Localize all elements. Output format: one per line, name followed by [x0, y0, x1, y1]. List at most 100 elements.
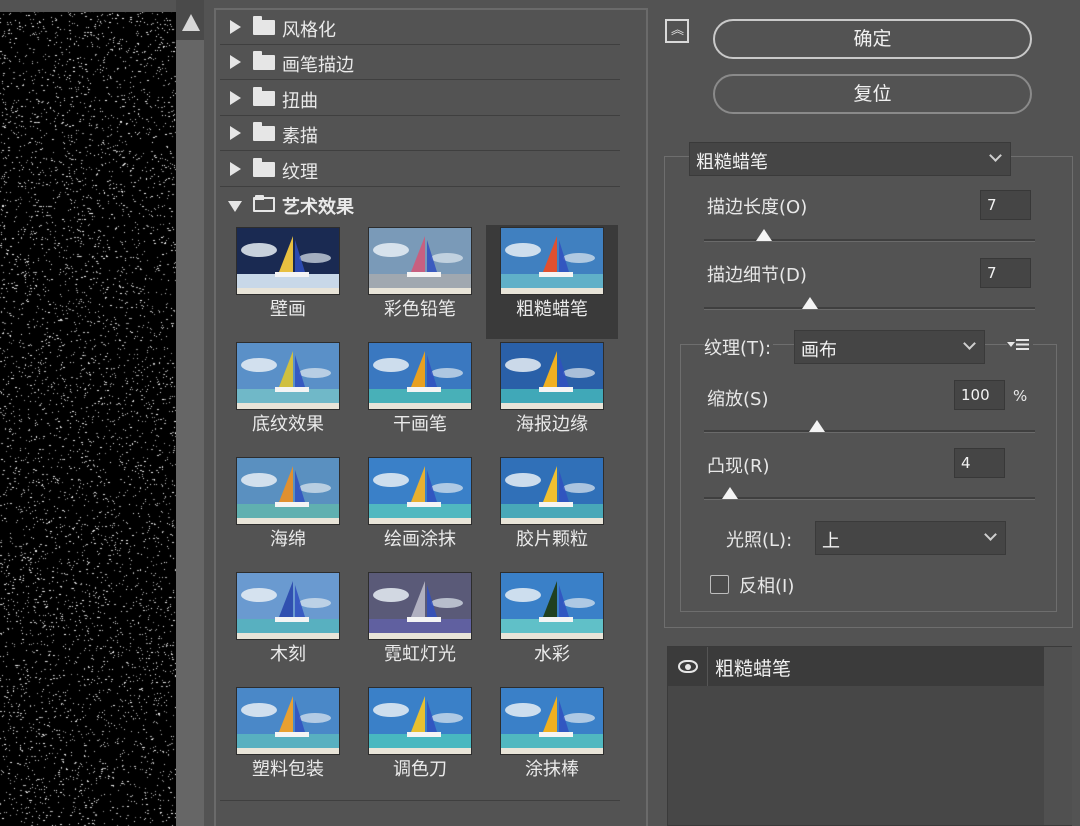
slider-rail [704, 430, 1035, 433]
light-select[interactable]: 上 [815, 521, 1006, 555]
category-label: 画笔描边 [282, 55, 354, 76]
filter-thumbnail[interactable]: 粗糙蜡笔 [486, 225, 618, 339]
stroke-detail-label: 描边细节(D) [707, 265, 807, 286]
menu-bars [1016, 339, 1029, 350]
category-label: 风格化 [282, 20, 336, 41]
scaling-input[interactable]: 100 [954, 380, 1005, 410]
filter-preview-image [236, 342, 340, 410]
slider-thumb[interactable] [808, 420, 825, 432]
expand-triangle-icon [230, 91, 241, 105]
filter-thumbnail[interactable]: 霓虹灯光 [354, 570, 486, 684]
filter-thumbnail[interactable]: 木刻 [222, 570, 354, 684]
folder-icon [253, 158, 275, 177]
relief-slider[interactable] [704, 487, 1035, 503]
filter-thumbnail[interactable]: 胶片颗粒 [486, 455, 618, 569]
filter-preview-image [236, 687, 340, 755]
category-texture[interactable]: 纹理 [220, 152, 620, 187]
category-stylize[interactable]: 风格化 [220, 10, 620, 45]
category-label: 扭曲 [282, 91, 318, 112]
filter-label: 壁画 [270, 299, 306, 320]
filter-label: 彩色铅笔 [384, 299, 456, 320]
scaling-slider[interactable] [704, 420, 1035, 436]
filter-thumbnail[interactable]: 绘画涂抹 [354, 455, 486, 569]
filter-label: 调色刀 [393, 759, 447, 780]
preview-canvas[interactable] [0, 0, 176, 826]
category-brush-strokes[interactable]: 画笔描边 [220, 45, 620, 80]
visibility-toggle[interactable] [668, 647, 708, 686]
scaling-unit: % [1013, 387, 1028, 405]
filter-thumbnail[interactable]: 海绵 [222, 455, 354, 569]
filter-thumbnail[interactable]: 海报边缘 [486, 340, 618, 454]
scrollbar-track[interactable] [176, 40, 204, 826]
filter-preview-image [500, 342, 604, 410]
relief-label: 凸现(R) [707, 456, 770, 477]
filter-preview-image [500, 687, 604, 755]
filter-label: 木刻 [270, 644, 306, 665]
chevron-down-icon [963, 337, 976, 350]
eye-icon [678, 660, 698, 673]
relief-input[interactable]: 4 [954, 448, 1005, 478]
filter-preview-image [500, 457, 604, 525]
filter-label: 海绵 [270, 529, 306, 550]
filter-preview-image [500, 572, 604, 640]
slider-thumb[interactable] [755, 229, 772, 241]
texture-select[interactable]: 画布 [794, 330, 985, 364]
expand-triangle-icon [230, 55, 241, 69]
filter-preview-image [236, 457, 340, 525]
filter-preview-image [368, 457, 472, 525]
filter-thumbnail[interactable]: 壁画 [222, 225, 354, 339]
slider-thumb[interactable] [801, 297, 818, 309]
filter-thumbnail[interactable]: 水彩 [486, 570, 618, 684]
layers-scrollbar[interactable] [1044, 647, 1072, 825]
filter-label: 塑料包装 [252, 759, 324, 780]
filter-thumbnail[interactable]: 彩色铅笔 [354, 225, 486, 339]
light-select-value: 上 [822, 531, 840, 552]
filter-thumbnail[interactable]: 调色刀 [354, 685, 486, 799]
reset-button[interactable]: 复位 [713, 74, 1032, 114]
texture-menu-icon[interactable] [1007, 338, 1033, 352]
filter-preview-image [368, 687, 472, 755]
folder-icon [253, 51, 275, 70]
filter-preview-image [236, 227, 340, 295]
filter-label: 干画笔 [393, 414, 447, 435]
filter-gallery: 风格化 画笔描边 扭曲 素描 纹理 艺术效果 壁画 彩色铅笔 粗糙蜡笔底纹效果 干画笔… [214, 8, 648, 826]
filter-preview-image [236, 572, 340, 640]
filter-label: 霓虹灯光 [384, 644, 456, 665]
expand-triangle-icon [230, 20, 241, 34]
slider-thumb[interactable] [722, 487, 739, 499]
scroll-up-arrow-icon[interactable] [182, 14, 200, 31]
filter-select-value: 粗糙蜡笔 [696, 152, 768, 173]
stroke-length-slider[interactable] [704, 229, 1035, 245]
category-distort[interactable]: 扭曲 [220, 81, 620, 116]
category-label: 素描 [282, 126, 318, 147]
expand-triangle-icon [230, 126, 241, 140]
filter-thumbnail[interactable]: 涂抹棒 [486, 685, 618, 799]
category-label: 纹理 [282, 162, 318, 183]
invert-checkbox[interactable] [710, 575, 729, 594]
slider-rail [704, 497, 1035, 500]
filter-preview-image [368, 572, 472, 640]
filter-thumbnail[interactable]: 塑料包装 [222, 685, 354, 799]
stroke-length-input[interactable]: 7 [980, 190, 1031, 220]
category-artistic[interactable]: 艺术效果 [220, 187, 620, 222]
effect-layer-name: 粗糙蜡笔 [715, 658, 792, 680]
open-folder-icon [253, 195, 275, 212]
collapse-gallery-button[interactable]: ︽ [665, 19, 689, 43]
filter-thumbnail[interactable]: 干画笔 [354, 340, 486, 454]
filter-label: 绘画涂抹 [384, 529, 456, 550]
gallery-divider [220, 800, 620, 801]
category-sketch[interactable]: 素描 [220, 116, 620, 151]
filter-label: 水彩 [534, 644, 570, 665]
stroke-detail-input[interactable]: 7 [980, 258, 1031, 288]
filter-thumbnail[interactable]: 底纹效果 [222, 340, 354, 454]
filter-select[interactable]: 粗糙蜡笔 [689, 142, 1011, 176]
preview-scrollbar[interactable] [176, 0, 204, 826]
ok-button[interactable]: 确定 [713, 19, 1032, 59]
stroke-detail-slider[interactable] [704, 297, 1035, 313]
chevron-down-icon [984, 528, 997, 541]
filter-label: 涂抹棒 [525, 759, 579, 780]
filter-label: 海报边缘 [516, 414, 588, 435]
effect-layer-row[interactable]: 粗糙蜡笔 [668, 647, 1044, 686]
effect-layers-panel: 粗糙蜡笔 [667, 646, 1072, 826]
light-label: 光照(L): [726, 530, 793, 551]
